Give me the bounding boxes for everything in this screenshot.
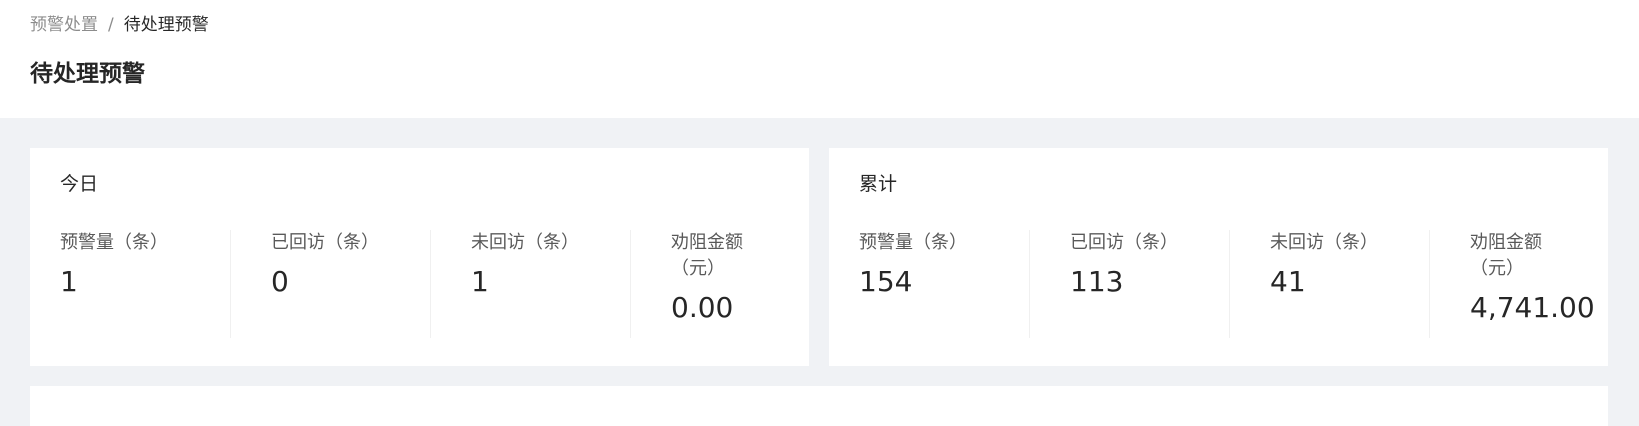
total-stats-card: 累计 预警量（条） 154 已回访（条） 113 未回访（条） 41 劝阻金额（… — [829, 148, 1608, 366]
card-title-total: 累计 — [859, 173, 898, 195]
stat-value: 4,741.00 — [1470, 291, 1595, 324]
breadcrumb: 预警处置 / 待处理预警 — [30, 14, 209, 36]
stat-dissuaded-amount: 劝阻金额（元） 4,741.00 — [1429, 230, 1608, 338]
card-title-today: 今日 — [60, 173, 99, 195]
stat-value: 1 — [471, 265, 489, 298]
page-header: 预警处置 / 待处理预警 待处理预警 — [0, 0, 1639, 118]
breadcrumb-current: 待处理预警 — [123, 15, 209, 35]
stat-value: 113 — [1070, 265, 1124, 298]
alert-list-card — [30, 386, 1608, 426]
page-title: 待处理预警 — [30, 61, 145, 87]
stat-value: 1 — [60, 265, 78, 298]
stat-value: 0.00 — [671, 291, 734, 324]
stat-unvisited-count: 未回访（条） 1 — [430, 230, 630, 338]
today-stats-card: 今日 预警量（条） 1 已回访（条） 0 未回访（条） 1 劝阻金额（元） 0.… — [30, 148, 809, 366]
stat-visited-count: 已回访（条） 113 — [1029, 230, 1229, 338]
stat-visited-count: 已回访（条） 0 — [230, 230, 430, 338]
breadcrumb-link-alert-handling[interactable]: 预警处置 — [30, 14, 98, 36]
stat-dissuaded-amount: 劝阻金额（元） 0.00 — [630, 230, 809, 338]
stat-label: 劝阻金额（元） — [671, 232, 743, 279]
stat-value: 154 — [859, 265, 913, 298]
today-stats-row: 预警量（条） 1 已回访（条） 0 未回访（条） 1 劝阻金额（元） 0.00 — [30, 230, 809, 338]
stat-unvisited-count: 未回访（条） 41 — [1229, 230, 1429, 338]
breadcrumb-separator: / — [108, 15, 114, 35]
stat-value: 0 — [271, 265, 289, 298]
stat-value: 41 — [1270, 265, 1306, 298]
total-stats-row: 预警量（条） 154 已回访（条） 113 未回访（条） 41 劝阻金额（元） … — [829, 230, 1608, 338]
stat-alert-count: 预警量（条） 154 — [829, 230, 1029, 338]
stat-label: 劝阻金额（元） — [1470, 232, 1542, 279]
stat-alert-count: 预警量（条） 1 — [30, 230, 230, 338]
